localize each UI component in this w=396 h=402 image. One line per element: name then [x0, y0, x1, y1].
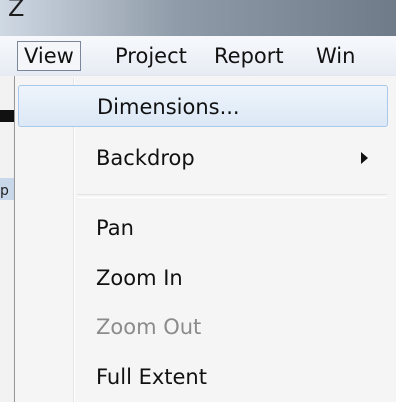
menu-item-label: Backdrop [96, 146, 195, 170]
panel-edge-text: p [0, 183, 9, 199]
menu-item-label: Zoom In [96, 266, 183, 290]
menu-item-dimensions[interactable]: Dimensions... [18, 85, 388, 127]
submenu-arrow-icon [361, 152, 368, 164]
menu-window[interactable]: Win [310, 41, 361, 71]
window-title: Z [8, 0, 25, 22]
menu-item-backdrop[interactable]: Backdrop [18, 137, 388, 179]
app-background-edge: p [0, 76, 14, 402]
menu-project[interactable]: Project [109, 41, 193, 71]
menu-item-full-extent[interactable]: Full Extent [18, 356, 388, 398]
menu-bar: View Project Report Win [0, 36, 396, 77]
menu-separator [77, 194, 387, 198]
menu-item-zoom-in[interactable]: Zoom In [18, 257, 388, 299]
title-bar: Z [0, 0, 396, 36]
menu-view[interactable]: View [17, 41, 81, 71]
menu-item-label: Full Extent [96, 365, 207, 389]
menu-item-label: Zoom Out [96, 315, 202, 339]
menu-item-label: Dimensions... [97, 95, 240, 119]
menu-item-pan[interactable]: Pan [18, 207, 388, 249]
menu-item-zoom-out[interactable]: Zoom Out [18, 306, 388, 348]
menu-report[interactable]: Report [208, 41, 290, 71]
menu-item-label: Pan [96, 216, 134, 240]
toolbar-edge [0, 110, 14, 122]
view-menu-dropdown: Dimensions... Backdrop Pan Zoom In Zoom … [14, 76, 396, 402]
